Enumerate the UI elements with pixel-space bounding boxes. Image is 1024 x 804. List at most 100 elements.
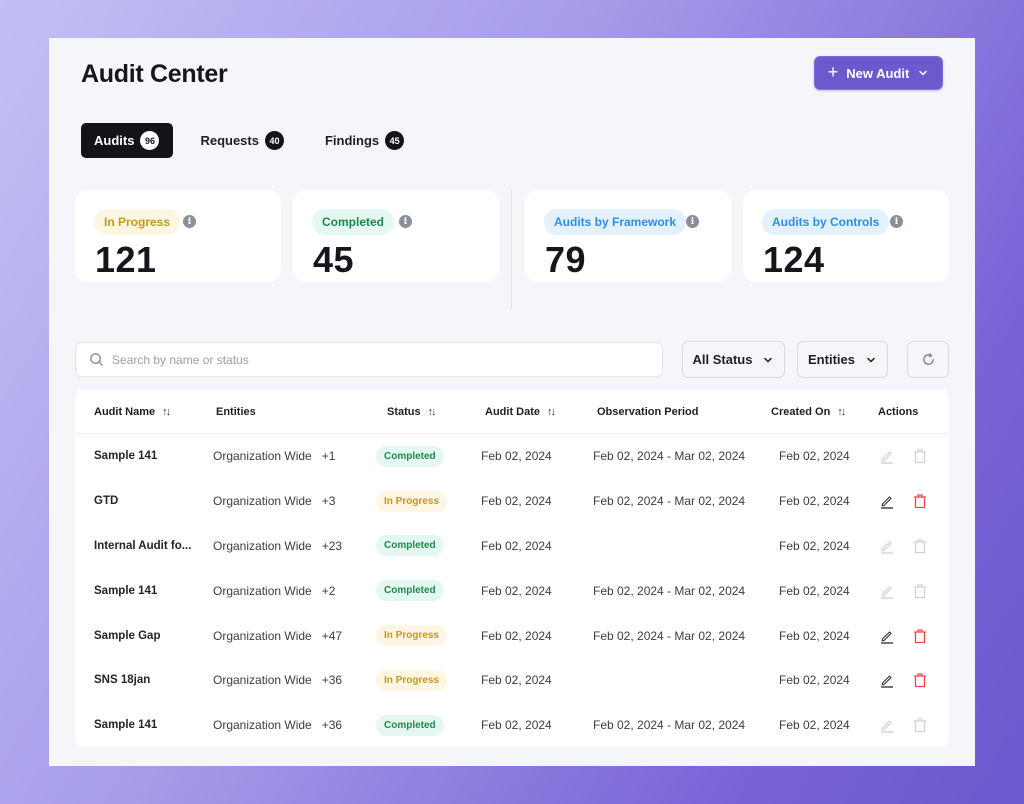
edit-cell [878,613,896,658]
edit-icon[interactable] [878,492,896,510]
table-row[interactable]: Sample 141 Organization Wide +1 Complete… [75,434,949,479]
table-row[interactable]: SNS 18jan Organization Wide +36 In Progr… [75,658,949,703]
refresh-icon [922,353,934,365]
status-badge: Completed [376,714,444,736]
info-icon[interactable]: i [686,215,699,228]
observation-period: Feb 02, 2024 - Mar 02, 2024 [593,494,746,509]
status-cell: In Progress [376,479,448,524]
column-header-created-on[interactable]: Created On ↑↓ [771,390,846,434]
stat-label: Audits by Controls [762,209,890,235]
delete-cell [911,524,929,569]
column-label: Observation Period [597,406,699,418]
entity-name: Organization Wide [213,628,312,643]
chevron-down-icon [867,357,875,362]
edit-icon[interactable] [878,447,896,465]
stat-value: 121 [95,239,157,280]
status-badge: Completed [376,535,444,557]
info-icon[interactable]: i [183,215,196,228]
status-badge: In Progress [376,625,448,647]
trash-icon[interactable] [911,447,929,465]
column-label: Audit Date [485,406,540,418]
status-badge: In Progress [376,490,448,512]
stat-card-completed: Completed i 45 [293,190,499,282]
info-icon[interactable]: i [399,215,412,228]
tab-audits[interactable]: Audits 96 [81,123,174,158]
table-row[interactable]: GTD Organization Wide +3 In Progress Feb… [75,479,949,524]
status-cell: In Progress [376,613,448,658]
tab-label: Requests [200,133,259,148]
trash-icon[interactable] [911,537,929,555]
trash-icon[interactable] [911,582,929,600]
entity-extra-count[interactable]: +1 [322,449,336,463]
tab-findings[interactable]: Findings 45 [312,123,418,158]
table-row[interactable]: Sample Gap Organization Wide +47 In Prog… [75,613,949,658]
audit-name[interactable]: Sample Gap [94,613,160,658]
stats-divider [511,190,512,310]
entities-cell: Organization Wide +47 [213,613,342,658]
edit-cell [878,479,896,524]
stat-label: Audits by Framework [544,209,687,235]
audit-date: Feb 02, 2024 [481,449,552,464]
column-header-audit-name[interactable]: Audit Name ↑↓ [94,390,171,434]
audit-center-panel: Audit Center + New Audit Audits 96 Reque… [49,38,975,766]
sort-icon[interactable]: ↑↓ [837,406,846,418]
trash-icon[interactable] [911,627,929,645]
audit-name[interactable]: GTD [94,479,118,524]
edit-icon[interactable] [878,582,896,600]
sort-icon[interactable]: ↑↓ [162,406,171,418]
audit-name[interactable]: Internal Audit fo... [94,524,191,569]
stat-value: 124 [763,239,825,280]
refresh-button[interactable] [907,341,949,378]
tab-count-badge: 45 [385,131,405,150]
audit-name[interactable]: Sample 141 [94,434,157,479]
edit-icon[interactable] [878,537,896,555]
audit-date: Feb 02, 2024 [481,538,552,553]
sort-icon[interactable]: ↑↓ [428,406,437,418]
edit-icon[interactable] [878,716,896,734]
column-header-status[interactable]: Status ↑↓ [387,390,437,434]
status-cell: Completed [376,703,444,747]
entity-extra-count[interactable]: +23 [322,539,342,553]
entities-cell: Organization Wide +23 [213,524,342,569]
entity-extra-count[interactable]: +3 [322,494,336,508]
search-input[interactable] [112,352,662,367]
info-icon[interactable]: i [890,215,903,228]
stat-value: 45 [313,239,355,280]
entity-extra-count[interactable]: +2 [322,584,336,598]
audit-date: Feb 02, 2024 [481,494,552,509]
trash-icon[interactable] [911,492,929,510]
edit-cell [878,434,896,479]
edit-icon[interactable] [878,627,896,645]
entities-filter-dropdown[interactable]: Entities [797,341,888,378]
entity-extra-count[interactable]: +36 [322,673,342,687]
table-row[interactable]: Internal Audit fo... Organization Wide +… [75,524,949,569]
column-header-actions: Actions [878,390,918,434]
created-on: Feb 02, 2024 [779,628,850,643]
edit-icon[interactable] [878,671,896,689]
observation-period: Feb 02, 2024 - Mar 02, 2024 [593,583,746,598]
tab-label: Findings [324,133,380,148]
column-header-audit-date[interactable]: Audit Date ↑↓ [485,390,556,434]
sort-icon[interactable]: ↑↓ [547,406,556,418]
trash-icon[interactable] [911,716,929,734]
trash-icon[interactable] [911,671,929,689]
tab-requests[interactable]: Requests 40 [187,123,298,158]
created-on: Feb 02, 2024 [779,583,850,598]
entity-name: Organization Wide [213,449,312,464]
column-header-observation-period: Observation Period [597,390,698,434]
table-row[interactable]: Sample 141 Organization Wide +2 Complete… [75,568,949,613]
new-audit-button[interactable]: + New Audit [814,56,943,90]
entity-extra-count[interactable]: +47 [322,629,342,643]
chevron-down-icon [919,70,928,76]
entity-extra-count[interactable]: +36 [322,718,342,732]
audit-date: Feb 02, 2024 [481,718,552,733]
status-filter-dropdown[interactable]: All Status [682,341,785,378]
audit-name[interactable]: Sample 141 [94,568,157,613]
edit-cell [878,568,896,613]
tab-bar: Audits 96 Requests 40 Findings 45 [81,123,418,158]
delete-cell [911,434,929,479]
audit-name[interactable]: SNS 18jan [94,658,150,703]
delete-cell [911,703,929,747]
audit-name[interactable]: Sample 141 [94,703,157,747]
table-row[interactable]: Sample 141 Organization Wide +36 Complet… [75,703,949,747]
